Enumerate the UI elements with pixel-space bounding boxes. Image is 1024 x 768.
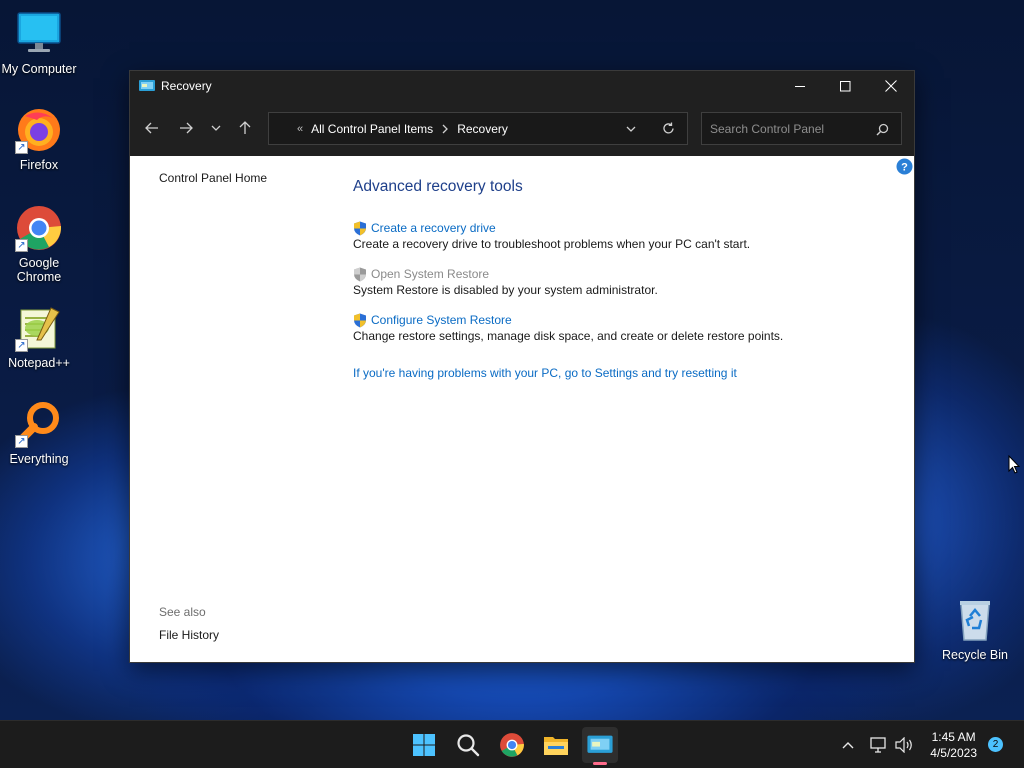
desktop-icon-firefox[interactable]: ↗ Firefox xyxy=(1,106,77,172)
arrow-up-icon xyxy=(239,121,251,134)
search-placeholder: Search Control Panel xyxy=(710,121,825,136)
shortcut-arrow-icon: ↗ xyxy=(15,435,28,448)
task-description: Change restore settings, manage disk spa… xyxy=(353,329,784,343)
page-title: Advanced recovery tools xyxy=(353,178,523,195)
desktop-icon-google-chrome[interactable]: ↗ Google Chrome xyxy=(1,204,77,284)
desktop-icon-label: My Computer xyxy=(1,62,77,76)
search-input[interactable]: Search Control Panel xyxy=(701,112,902,145)
minimize-icon xyxy=(794,85,805,87)
search-icon[interactable] xyxy=(876,123,889,136)
desktop-icon-recycle-bin[interactable]: Recycle Bin xyxy=(937,596,1013,662)
title-bar[interactable]: Recovery xyxy=(130,71,914,101)
search-button[interactable] xyxy=(450,727,486,763)
shortcut-arrow-icon: ↗ xyxy=(15,239,28,252)
desktop-icon-label: Recycle Bin xyxy=(942,648,1008,662)
chevron-up-icon[interactable] xyxy=(842,741,854,749)
up-button[interactable] xyxy=(232,115,258,141)
chevron-down-icon xyxy=(211,125,221,131)
see-also-label: See also xyxy=(159,605,206,619)
breadcrumb-overflow-icon[interactable]: « xyxy=(297,123,303,135)
desktop-icon-label: Everything xyxy=(9,452,69,466)
close-icon xyxy=(885,80,897,92)
control-panel-icon xyxy=(139,80,155,91)
content-area: ? Control Panel Home Advanced recovery t… xyxy=(130,156,914,662)
control-panel-icon xyxy=(587,735,613,753)
folder-icon xyxy=(544,737,568,755)
chrome-icon xyxy=(500,733,524,757)
task-configure-system-restore: Configure System Restore Change restore … xyxy=(353,312,783,343)
refresh-icon[interactable] xyxy=(662,122,675,135)
taskbar-chrome[interactable] xyxy=(494,727,530,763)
desktop-icon-everything[interactable]: ↗ Everything xyxy=(1,400,77,466)
file-history-link[interactable]: File History xyxy=(159,628,219,642)
breadcrumb-recovery[interactable]: Recovery xyxy=(457,122,508,136)
search-icon xyxy=(457,734,480,757)
desktop-icon-label: Google Chrome xyxy=(16,256,62,284)
configure-system-restore-link[interactable]: Configure System Restore xyxy=(371,313,512,327)
windows-logo-icon xyxy=(413,734,435,756)
network-icon[interactable] xyxy=(870,737,888,753)
task-description: Create a recovery drive to troubleshoot … xyxy=(353,237,751,251)
svg-text:?: ? xyxy=(901,162,908,174)
breadcrumb-all-control-panel-items[interactable]: All Control Panel Items xyxy=(311,122,433,136)
notification-badge[interactable]: 2 xyxy=(988,737,1003,752)
uac-shield-icon xyxy=(354,221,366,235)
task-open-system-restore: Open System Restore System Restore is di… xyxy=(353,266,658,297)
uac-shield-icon xyxy=(354,267,366,281)
maximize-button[interactable] xyxy=(822,71,868,101)
open-system-restore-link: Open System Restore xyxy=(371,267,490,281)
taskbar-file-explorer[interactable] xyxy=(538,727,574,763)
back-button[interactable] xyxy=(139,115,165,141)
help-icon[interactable]: ? xyxy=(896,158,913,175)
firefox-icon: ↗ xyxy=(15,106,63,154)
monitor-icon xyxy=(15,10,63,58)
desktop-icon-notepad-plus-plus[interactable]: ↗ Notepad++ xyxy=(1,304,77,370)
notepad-plus-plus-icon: ↗ xyxy=(15,304,63,352)
minimize-button[interactable] xyxy=(777,71,823,101)
navigation-bar: « All Control Panel Items Recovery Searc… xyxy=(130,101,914,156)
magnifier-icon: ↗ xyxy=(15,400,63,448)
chrome-icon: ↗ xyxy=(15,204,63,252)
clock-date: 4/5/2023 xyxy=(930,746,977,760)
maximize-icon xyxy=(839,80,850,91)
clock[interactable]: 1:45 AM 4/5/2023 xyxy=(930,729,977,761)
arrow-right-icon xyxy=(180,122,193,134)
desktop-icon-label: Notepad++ xyxy=(8,356,70,370)
create-recovery-drive-link[interactable]: Create a recovery drive xyxy=(371,221,496,235)
task-description: System Restore is disabled by your syste… xyxy=(353,283,658,297)
clock-time: 1:45 AM xyxy=(931,730,976,744)
recycle-bin-icon xyxy=(951,596,999,644)
uac-shield-icon xyxy=(354,313,366,327)
arrow-left-icon xyxy=(145,122,158,134)
control-panel-window: Recovery « All Control Panel Items Recov… xyxy=(129,70,915,663)
mouse-cursor-icon xyxy=(1008,455,1020,474)
recent-locations-button[interactable] xyxy=(203,115,229,141)
desktop-icon-my-computer[interactable]: My Computer xyxy=(1,10,77,76)
shortcut-arrow-icon: ↗ xyxy=(15,339,28,352)
chevron-right-icon xyxy=(442,124,449,133)
desktop-icon-label: Firefox xyxy=(19,158,59,172)
taskbar-control-panel[interactable] xyxy=(582,727,618,765)
address-bar[interactable]: « All Control Panel Items Recovery xyxy=(268,112,688,145)
volume-icon[interactable] xyxy=(895,737,913,753)
window-title: Recovery xyxy=(161,79,212,93)
task-create-recovery-drive: Create a recovery drive Create a recover… xyxy=(353,220,750,251)
reset-pc-link[interactable]: If you're having problems with your PC, … xyxy=(353,366,737,380)
start-button[interactable] xyxy=(406,727,442,763)
shortcut-arrow-icon: ↗ xyxy=(15,141,28,154)
close-button[interactable] xyxy=(868,71,914,101)
active-indicator xyxy=(593,762,607,765)
taskbar: 1:45 AM 4/5/2023 2 xyxy=(0,720,1024,768)
chevron-down-icon[interactable] xyxy=(626,125,636,133)
forward-button[interactable] xyxy=(173,115,199,141)
control-panel-home-link[interactable]: Control Panel Home xyxy=(159,171,267,185)
